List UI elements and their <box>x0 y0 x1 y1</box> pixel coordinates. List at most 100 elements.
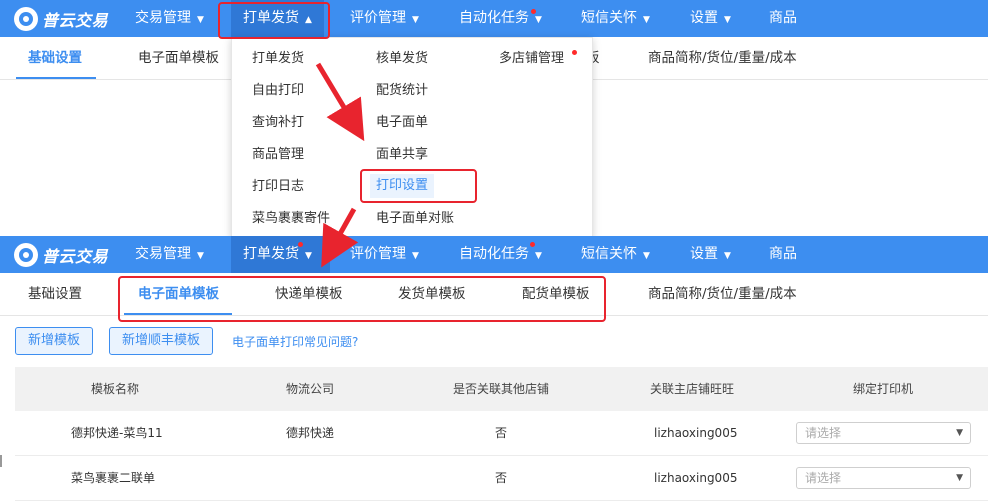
chevron-down-icon: ▼ <box>197 251 204 261</box>
chevron-down-icon: ▼ <box>956 473 963 483</box>
nav-item-sms[interactable]: 短信关怀 ▼ <box>581 0 650 37</box>
tab-basic-settings[interactable]: 基础设置 <box>28 37 82 79</box>
tab-eface-template[interactable]: 电子面单模板 <box>138 273 219 315</box>
add-template-button[interactable]: 新增模板 <box>15 327 94 355</box>
nav-item-review[interactable]: 评价管理 ▼ <box>350 236 419 273</box>
chevron-down-icon: ▼ <box>724 15 731 25</box>
printer-select[interactable]: 请选择 ▼ <box>796 467 971 489</box>
chevron-down-icon: ▼ <box>197 15 204 25</box>
menu-item-print-settings[interactable]: 打印设置 <box>370 174 435 198</box>
logo-text: 普云交易 <box>42 10 109 30</box>
menu-item-distribution-stats[interactable]: 配货统计 <box>376 79 428 103</box>
table-row: 菜鸟裹裹二联单 否 lizhaoxing005 请选择 ▼ <box>15 456 988 501</box>
table-row: 德邦快递-菜鸟11 德邦快递 否 lizhaoxing005 请选择 ▼ <box>15 411 988 456</box>
active-tab-underline <box>124 313 232 315</box>
faq-link[interactable]: 电子面单打印常见问题? <box>232 333 358 350</box>
select-placeholder: 请选择 <box>805 471 842 485</box>
menu-item-print-log[interactable]: 打印日志 <box>252 175 304 199</box>
cell-wangwang: lizhaoxing005 <box>654 471 738 485</box>
logo-text: 普云交易 <box>42 246 109 266</box>
tab-basic-settings[interactable]: 基础设置 <box>28 273 82 315</box>
nav-item-goods[interactable]: 商品 <box>769 0 797 37</box>
select-placeholder: 请选择 <box>805 426 842 440</box>
nav-item-goods[interactable]: 商品 <box>769 236 797 273</box>
app-logo[interactable]: 普云交易 <box>14 241 108 268</box>
chevron-down-icon: ▼ <box>535 251 542 261</box>
chevron-down-icon: ▼ <box>956 428 963 438</box>
notification-dot <box>298 242 303 247</box>
tab-eface-template[interactable]: 电子面单模板 <box>138 37 219 79</box>
chevron-down-icon: ▼ <box>643 15 650 25</box>
bottom-navbar: 普云交易 交易管理 ▼ 打单发货 ▼ 评价管理 ▼ 自动化任务 ▼ 短信关怀 ▼ 设置 ▼ … <box>0 236 988 273</box>
nav-label: 商品 <box>769 10 797 26</box>
tab-express-template[interactable]: 快递单模板 <box>275 273 343 315</box>
column-header: 模板名称 <box>91 382 140 396</box>
notification-dot <box>531 9 536 14</box>
menu-item-eface-reconcile[interactable]: 电子面单对账 <box>376 207 454 231</box>
nav-item-settings[interactable]: 设置 ▼ <box>690 236 731 273</box>
tab-goods-short-name[interactable]: 商品简称/货位/重量/成本 <box>648 273 797 315</box>
column-header: 是否关联其他店铺 <box>453 382 550 396</box>
chevron-down-icon: ▼ <box>412 15 419 25</box>
menu-item-verify-ship[interactable]: 核单发货 <box>376 47 428 71</box>
chevron-down-icon: ▼ <box>412 251 419 261</box>
table-header: 模板名称 物流公司 是否关联其他店铺 关联主店铺旺旺 绑定打印机 <box>15 367 988 411</box>
nav-label: 商品 <box>769 246 797 262</box>
tab-picking-template[interactable]: 配货单模板 <box>522 273 590 315</box>
nav-item-automation[interactable]: 自动化任务 ▼ <box>459 0 542 37</box>
edge-mark <box>0 455 2 467</box>
chevron-down-icon: ▼ <box>724 251 731 261</box>
top-navbar: 普云交易 交易管理 ▼ 打单发货 ▲ 评价管理 ▼ 自动化任务 ▼ 短信关怀 ▼ 设置 ▼ … <box>0 0 988 37</box>
cell-company: 德邦快递 <box>286 426 335 440</box>
column-header: 关联主店铺旺旺 <box>650 382 735 396</box>
nav-item-automation[interactable]: 自动化任务 ▼ <box>459 236 542 273</box>
logo-icon <box>14 242 38 267</box>
menu-item-free-print[interactable]: 自由打印 <box>252 79 304 103</box>
print-ship-dropdown-menu: 打单发货 自由打印 查询补打 商品管理 打印日志 菜鸟裹裹寄件 核单发货 配货统… <box>231 37 593 238</box>
menu-item-query-reprint[interactable]: 查询补打 <box>252 111 304 135</box>
nav-item-print-ship[interactable]: 打单发货 ▲ <box>231 0 324 37</box>
tab-goods-short-name[interactable]: 商品简称/货位/重量/成本 <box>648 37 797 79</box>
nav-item-review[interactable]: 评价管理 ▼ <box>350 0 419 37</box>
add-sf-template-button[interactable]: 新增顺丰模板 <box>109 327 214 355</box>
menu-item-cainiao-send[interactable]: 菜鸟裹裹寄件 <box>252 207 330 231</box>
nav-label: 交易管理 <box>135 10 191 26</box>
cell-template-name: 德邦快递-菜鸟11 <box>71 426 163 440</box>
printer-select[interactable]: 请选择 ▼ <box>796 422 971 444</box>
nav-label: 打单发货 <box>243 10 299 26</box>
menu-item-print-ship[interactable]: 打单发货 <box>252 47 304 71</box>
notification-dot <box>530 242 535 247</box>
notification-dot <box>572 50 577 55</box>
nav-item-settings[interactable]: 设置 ▼ <box>690 0 731 37</box>
app-logo[interactable]: 普云交易 <box>14 5 108 32</box>
tab-shipping-template[interactable]: 发货单模板 <box>398 273 466 315</box>
chevron-down-icon: ▼ <box>643 251 650 261</box>
nav-label: 自动化任务 <box>459 10 529 26</box>
cell-linked: 否 <box>495 426 508 440</box>
column-header: 物流公司 <box>286 382 335 396</box>
chevron-down-icon: ▼ <box>305 251 312 261</box>
active-tab-underline <box>16 77 96 79</box>
logo-icon <box>14 6 38 31</box>
cell-wangwang: lizhaoxing005 <box>654 426 738 440</box>
menu-item-eface-sheet[interactable]: 电子面单 <box>376 111 428 135</box>
nav-label: 设置 <box>690 10 718 26</box>
nav-label: 评价管理 <box>350 246 406 262</box>
nav-label: 交易管理 <box>135 246 191 262</box>
nav-label: 设置 <box>690 246 718 262</box>
nav-item-print-ship[interactable]: 打单发货 ▼ <box>231 236 330 273</box>
nav-label: 评价管理 <box>350 10 406 26</box>
cell-linked: 否 <box>495 471 508 485</box>
nav-label: 打单发货 <box>243 246 299 262</box>
nav-label: 自动化任务 <box>459 246 529 262</box>
nav-item-trade[interactable]: 交易管理 ▼ <box>135 236 204 273</box>
chevron-down-icon: ▼ <box>535 15 542 25</box>
nav-label: 短信关怀 <box>581 10 637 26</box>
nav-item-sms[interactable]: 短信关怀 ▼ <box>581 236 650 273</box>
menu-item-goods-manage[interactable]: 商品管理 <box>252 143 304 167</box>
nav-item-trade[interactable]: 交易管理 ▼ <box>135 0 204 37</box>
menu-item-sheet-share[interactable]: 面单共享 <box>376 143 428 167</box>
menu-item-multi-shop[interactable]: 多店铺管理 <box>499 47 564 71</box>
chevron-up-icon: ▲ <box>305 15 312 25</box>
bottom-subnav: 基础设置 电子面单模板 快递单模板 发货单模板 配货单模板 商品简称/货位/重量… <box>0 273 988 316</box>
